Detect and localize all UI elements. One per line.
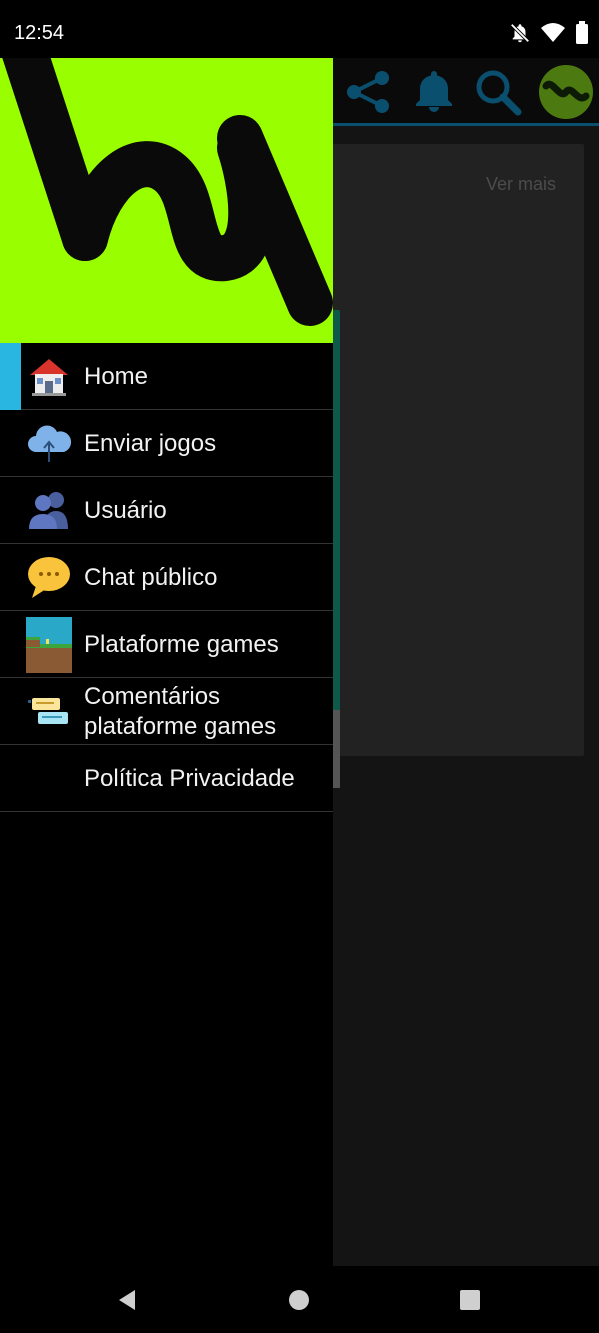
menu-item-enviar-jogos[interactable]: Enviar jogos — [0, 410, 333, 477]
menu-item-plataforme-games[interactable]: Plataforme games — [0, 611, 333, 678]
bell-off-icon — [510, 23, 530, 43]
house-icon — [30, 359, 68, 396]
search-icon[interactable] — [472, 66, 524, 118]
home-circle-icon[interactable] — [285, 1286, 313, 1314]
content-card: Ver mais — [300, 144, 584, 756]
menu-item-comentarios[interactable]: Comentários plataforme games — [0, 678, 333, 745]
system-navigation-bar — [0, 1266, 599, 1333]
status-time: 12:54 — [14, 22, 65, 44]
menu-label-chat-publico: Chat público — [84, 564, 218, 591]
selection-indicator — [0, 343, 21, 410]
menu-label-plataforme-games: Plataforme games — [84, 631, 279, 658]
menu-label-home: Home — [84, 363, 149, 390]
drawer-header — [0, 58, 333, 343]
menu-label-comentarios-line1: Comentários — [84, 683, 221, 710]
menu-label-politica-privacidade: Política Privacidade — [84, 765, 295, 792]
platform-game-icon — [26, 617, 72, 673]
menu-label-enviar-jogos: Enviar jogos — [84, 430, 217, 457]
ver-mais-link[interactable]: Ver mais — [486, 174, 556, 195]
menu-item-usuario[interactable]: Usuário — [0, 477, 333, 544]
menu-label-usuario: Usuário — [84, 497, 167, 524]
battery-icon — [576, 21, 588, 44]
users-icon — [29, 492, 68, 529]
speech-bubble-icon — [28, 557, 70, 598]
menu-label-comentarios: Comentários plataforme games — [84, 682, 276, 742]
app-avatar-icon[interactable] — [538, 64, 594, 120]
drawer-menu: Home Enviar jogos Usuário Chat público P… — [0, 343, 333, 812]
menu-item-chat-publico[interactable]: Chat público — [0, 544, 333, 611]
recents-icon[interactable] — [456, 1286, 484, 1314]
back-icon[interactable] — [113, 1286, 141, 1314]
navigation-drawer: Home Enviar jogos Usuário Chat público P… — [0, 58, 333, 1266]
share-icon[interactable] — [342, 66, 394, 118]
cloud-upload-icon — [28, 425, 72, 462]
wifi-icon — [541, 23, 565, 42]
menu-item-home[interactable]: Home — [0, 343, 333, 410]
bell-icon[interactable] — [408, 66, 460, 118]
scroll-indicator — [332, 310, 340, 788]
menu-item-politica-privacidade[interactable]: Política Privacidade — [0, 745, 333, 812]
menu-label-comentarios-line2: plataforme games — [84, 713, 277, 740]
status-icons — [509, 20, 589, 46]
status-bar: 12:54 — [0, 0, 599, 58]
comments-icon — [28, 698, 68, 724]
brand-logo — [2, 58, 333, 326]
